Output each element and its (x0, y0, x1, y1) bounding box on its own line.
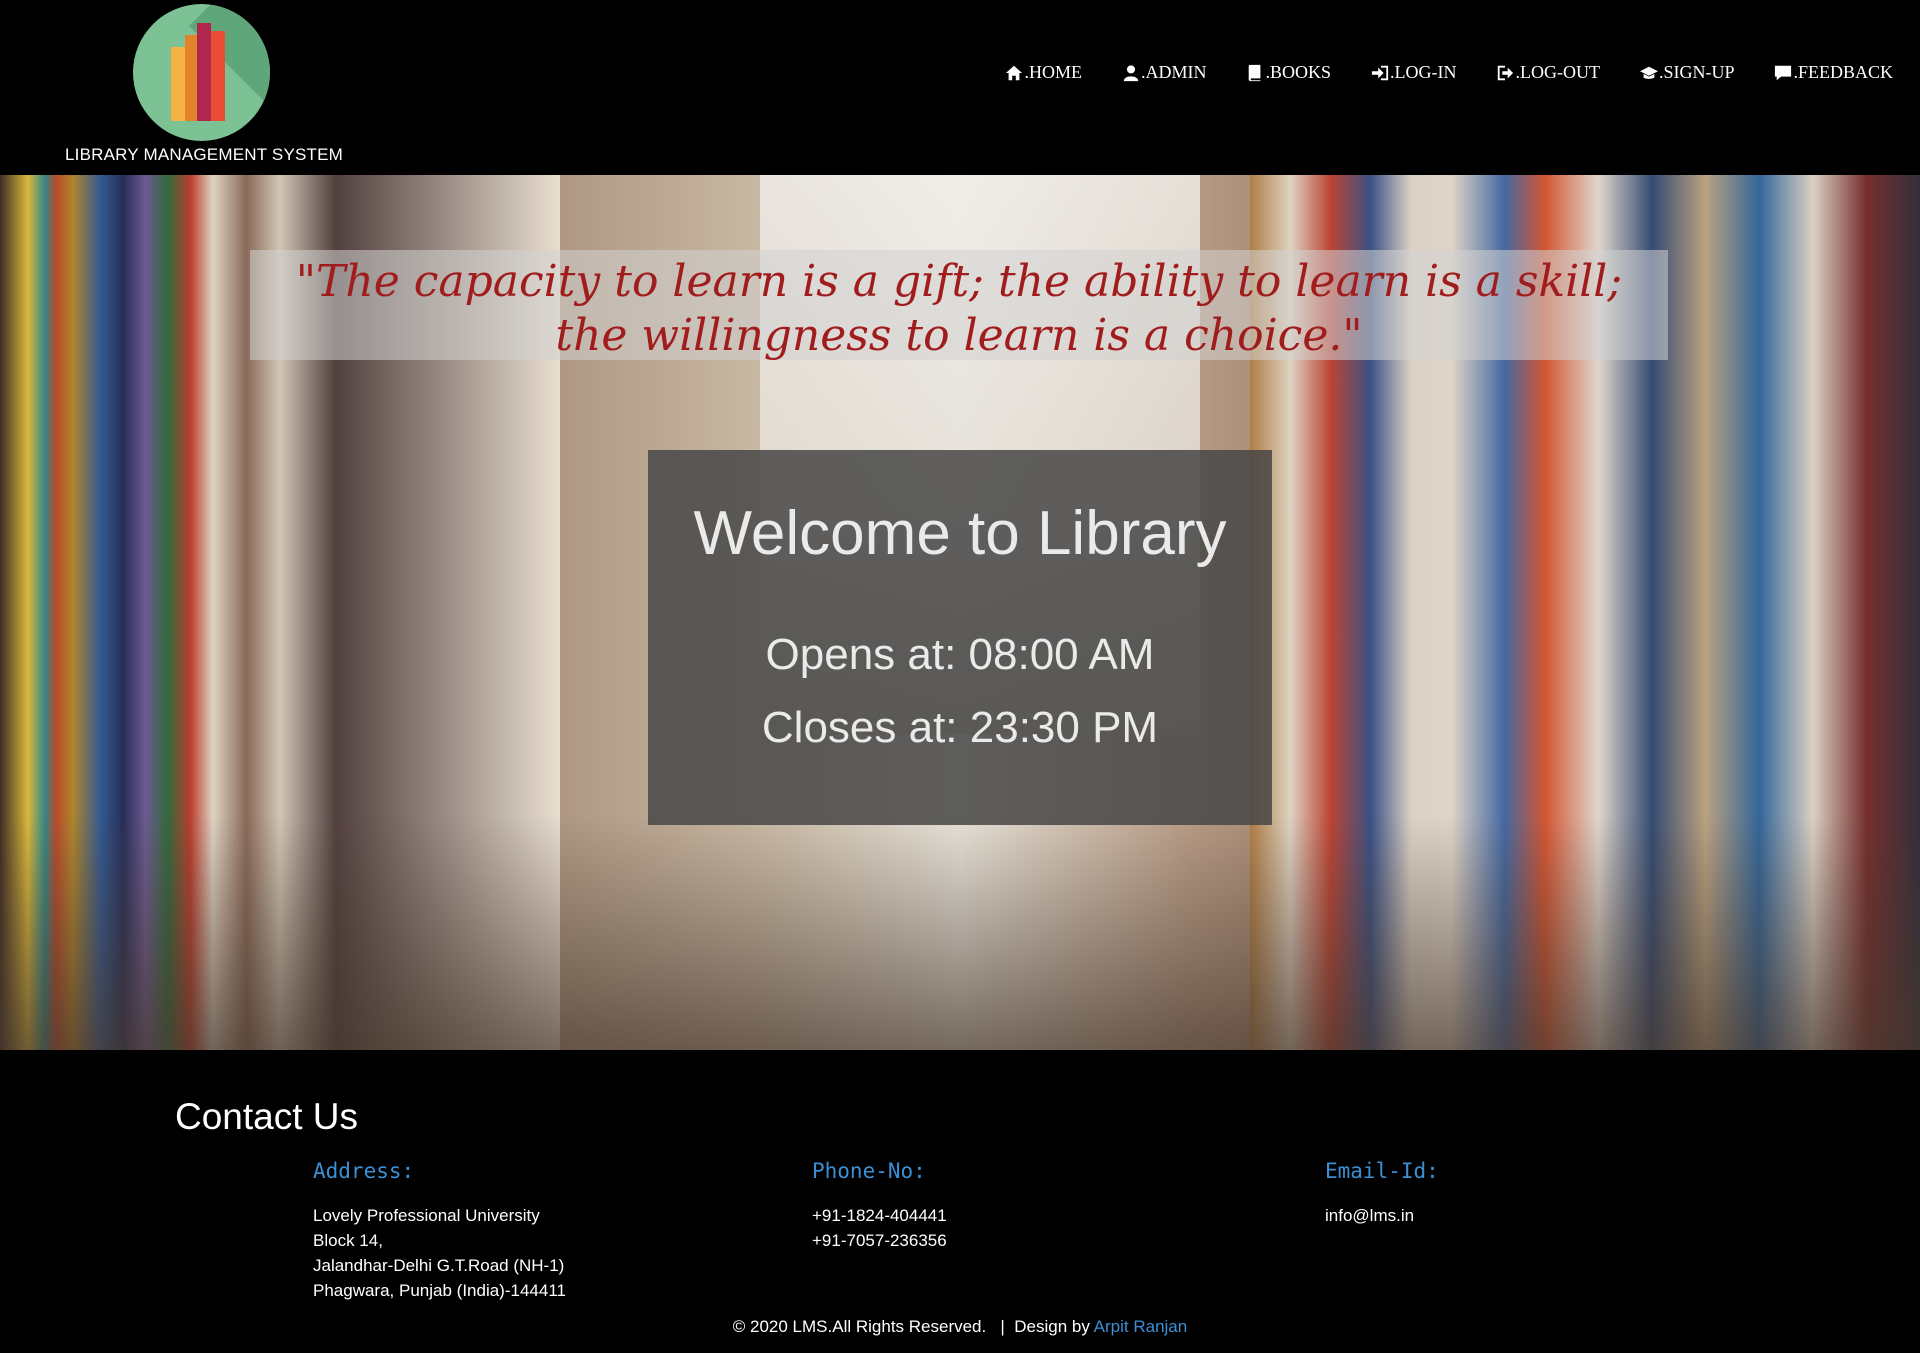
quote-text: "The capacity to learn is a gift; the ab… (250, 255, 1668, 363)
book-icon (1249, 64, 1261, 81)
address-line: Block 14, (313, 1231, 383, 1250)
designer-link[interactable]: Arpit Ranjan (1094, 1317, 1188, 1336)
phone-number: +91-7057-236356 (812, 1231, 947, 1250)
contact-title: Contact Us (175, 1096, 359, 1137)
home-icon (1006, 65, 1023, 80)
nav-log-out-label: .LOG-OUT (1515, 62, 1600, 82)
logo-book (211, 31, 225, 121)
hero-banner: "The capacity to learn is a gift; the ab… (0, 175, 1920, 1050)
address-line: Lovely Professional University (313, 1206, 540, 1225)
nav-home-label: .HOME (1024, 62, 1082, 82)
nav-sign-up-label: .SIGN-UP (1658, 62, 1735, 82)
header: LIBRARY MANAGEMENT SYSTEM .HOME .ADMIN .… (0, 0, 1920, 175)
quote-line-2: the willingness to learn is a choice." (555, 310, 1363, 361)
address-block: Lovely Professional University Block 14,… (313, 1203, 566, 1303)
nav-feedback-label: .FEEDBACK (1793, 62, 1893, 82)
nav-log-in-label: .LOG-IN (1390, 62, 1457, 82)
floor (0, 815, 1920, 1050)
site-title: LIBRARY MANAGEMENT SYSTEM (65, 145, 344, 164)
address-label: Address: (313, 1159, 415, 1183)
nav-admin[interactable]: .ADMIN (1122, 62, 1207, 83)
nav-log-out[interactable]: .LOG-OUT (1496, 62, 1600, 83)
address-line: Phagwara, Punjab (India)-144411 (313, 1281, 566, 1300)
address-line: Jalandhar-Delhi G.T.Road (NH-1) (313, 1256, 565, 1275)
logo-book (197, 23, 211, 121)
email-address[interactable]: info@lms.in (1325, 1203, 1414, 1228)
log-out-icon (1498, 65, 1514, 80)
nav-feedback[interactable]: .FEEDBACK (1774, 62, 1893, 83)
logo-book (185, 35, 197, 121)
opening-time: Opens at: 08:00 AM (765, 630, 1155, 679)
nav-admin-label: .ADMIN (1140, 62, 1207, 82)
email-label: Email-Id: (1325, 1159, 1439, 1183)
quote-line-1: "The capacity to learn is a gift; the ab… (295, 256, 1623, 307)
copyright-text: © 2020 LMS.All Rights Reserved. | Design… (732, 1317, 1094, 1336)
nav-books[interactable]: .BOOKS (1246, 62, 1331, 83)
graduation-cap-icon (1639, 66, 1658, 79)
welcome-title: Welcome to Library (693, 499, 1227, 568)
comment-icon (1775, 65, 1792, 80)
welcome-panel: Welcome to Library Opens at: 08:00 AM Cl… (648, 450, 1272, 825)
logo[interactable] (133, 4, 270, 141)
nav-log-in[interactable]: .LOG-IN (1371, 62, 1456, 83)
main-nav: .HOME .ADMIN .BOOKS .LOG-IN .LOG-OUT .SI… (965, 62, 1893, 83)
log-in-icon (1371, 65, 1389, 80)
closing-time: Closes at: 23:30 PM (761, 703, 1159, 752)
phone-label: Phone-No: (812, 1159, 926, 1183)
nav-sign-up[interactable]: .SIGN-UP (1639, 62, 1735, 83)
phone-number: +91-1824-404441 (812, 1206, 947, 1225)
nav-books-label: .BOOKS (1265, 62, 1331, 82)
nav-home[interactable]: .HOME (1005, 62, 1082, 83)
email-block: info@lms.in (1325, 1203, 1414, 1228)
copyright: © 2020 LMS.All Rights Reserved. | Design… (0, 1317, 1920, 1337)
phone-block: +91-1824-404441 +91-7057-236356 (812, 1203, 947, 1253)
user-icon (1123, 64, 1139, 81)
logo-book (171, 47, 185, 121)
